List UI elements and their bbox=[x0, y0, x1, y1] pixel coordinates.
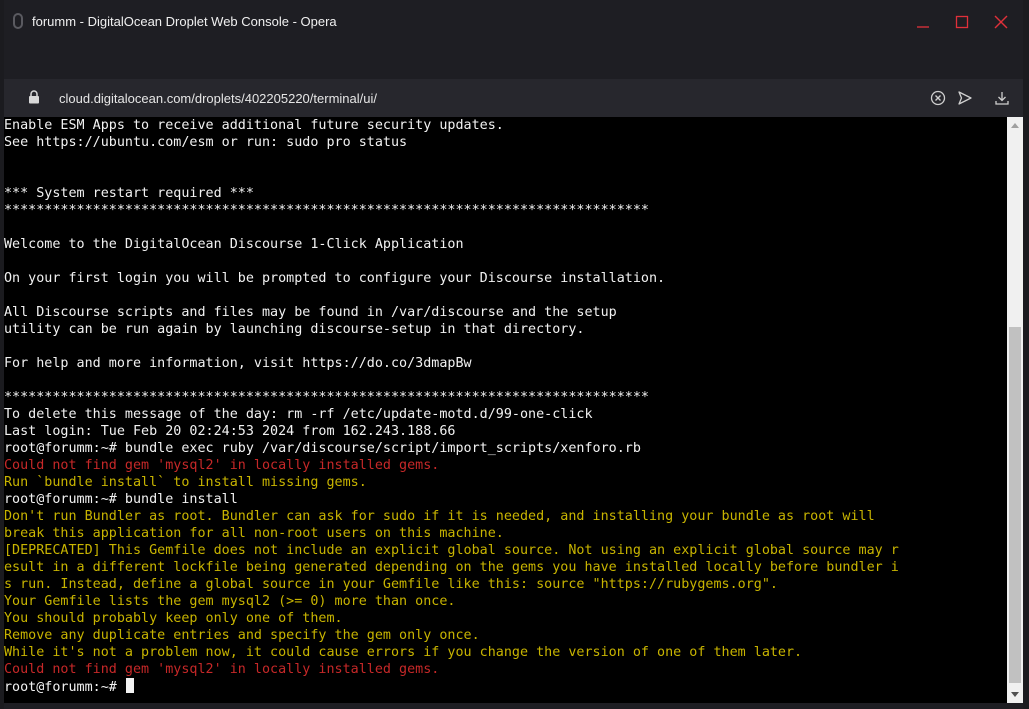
scrollbar-thumb[interactable] bbox=[1009, 327, 1021, 683]
maximize-button[interactable] bbox=[944, 8, 980, 36]
terminal-prompt-line: root@forumm:~# bbox=[4, 678, 1007, 695]
terminal-line: While it's not a problem now, it could c… bbox=[4, 644, 1007, 661]
window-title: forumm - DigitalOcean Droplet Web Consol… bbox=[32, 14, 337, 29]
terminal-line: Welcome to the DigitalOcean Discourse 1-… bbox=[4, 236, 1007, 253]
terminal-line-text: Your Gemfile lists the gem mysql2 (>= 0)… bbox=[4, 594, 456, 609]
terminal-line-text: See https://ubuntu.com/esm or run: sudo … bbox=[4, 135, 408, 150]
terminal-line: [DEPRECATED] This Gemfile does not inclu… bbox=[4, 542, 1007, 559]
terminal-line: ****************************************… bbox=[4, 202, 1007, 219]
terminal-line-text: Welcome to the DigitalOcean Discourse 1-… bbox=[4, 237, 464, 252]
chevron-down-icon bbox=[1011, 692, 1019, 697]
terminal-line-text: ****************************************… bbox=[4, 203, 649, 218]
terminal-line: Run `bundle install` to install missing … bbox=[4, 474, 1007, 491]
terminal-line: You should probably keep only one of the… bbox=[4, 610, 1007, 627]
terminal-line: Your Gemfile lists the gem mysql2 (>= 0)… bbox=[4, 593, 1007, 610]
send-icon bbox=[958, 91, 972, 105]
terminal-line-text: break this application for all non-root … bbox=[4, 526, 504, 541]
terminal-line-text: utility can be run again by launching di… bbox=[4, 322, 585, 337]
terminal-line: On your first login you will be prompted… bbox=[4, 270, 1007, 287]
minimize-icon bbox=[917, 26, 929, 28]
scroll-up-button[interactable] bbox=[1007, 117, 1023, 133]
terminal-line: Remove any duplicate entries and specify… bbox=[4, 627, 1007, 644]
window-bottom-edge bbox=[4, 703, 1023, 709]
chevron-up-icon bbox=[1011, 123, 1019, 128]
terminal-line-text: Could not find gem 'mysql2' in locally i… bbox=[4, 458, 440, 473]
terminal-line: Could not find gem 'mysql2' in locally i… bbox=[4, 457, 1007, 474]
url-text[interactable]: cloud.digitalocean.com/droplets/40220522… bbox=[59, 91, 377, 106]
tracker-blocker-button[interactable] bbox=[927, 87, 949, 109]
terminal-line-text: Remove any duplicate entries and specify… bbox=[4, 628, 480, 643]
terminal-line-text: You should probably keep only one of the… bbox=[4, 611, 343, 626]
terminal-scrollbar[interactable] bbox=[1007, 117, 1023, 703]
download-icon bbox=[995, 92, 1009, 105]
terminal-line-text: *** System restart required *** bbox=[4, 186, 254, 201]
terminal-line-text: All Discourse scripts and files may be f… bbox=[4, 305, 617, 320]
lock-icon[interactable] bbox=[28, 90, 40, 104]
terminal-line: utility can be run again by launching di… bbox=[4, 321, 1007, 338]
terminal-line: break this application for all non-root … bbox=[4, 525, 1007, 542]
close-button[interactable] bbox=[983, 8, 1019, 36]
terminal-line: s run. Instead, define a global source i… bbox=[4, 576, 1007, 593]
terminal-line: *** System restart required *** bbox=[4, 185, 1007, 202]
terminal-cursor bbox=[125, 678, 134, 693]
terminal-line: esult in a different lockfile being gene… bbox=[4, 559, 1007, 576]
terminal-line-text: Run `bundle install` to install missing … bbox=[4, 475, 367, 490]
terminal-line: ****************************************… bbox=[4, 389, 1007, 406]
send-button[interactable] bbox=[954, 87, 976, 109]
terminal-line-text: root@forumm:~# bundle exec ruby /var/dis… bbox=[4, 441, 641, 456]
terminal-line: See https://ubuntu.com/esm or run: sudo … bbox=[4, 134, 1007, 151]
terminal-line-text: For help and more information, visit htt… bbox=[4, 356, 472, 371]
terminal-line-text: s run. Instead, define a global source i… bbox=[4, 577, 778, 592]
maximize-icon bbox=[955, 15, 969, 29]
address-bar[interactable]: cloud.digitalocean.com/droplets/40220522… bbox=[4, 79, 1023, 117]
terminal-line-text: [DEPRECATED] This Gemfile does not inclu… bbox=[4, 543, 899, 558]
terminal-output[interactable]: Enable ESM Apps to receive additional fu… bbox=[4, 117, 1007, 703]
terminal-line: Enable ESM Apps to receive additional fu… bbox=[4, 117, 1007, 134]
tracker-blocker-icon bbox=[930, 90, 946, 106]
terminal-line-text: Enable ESM Apps to receive additional fu… bbox=[4, 118, 504, 133]
minimize-button[interactable] bbox=[905, 8, 941, 36]
terminal-line-text: Last login: Tue Feb 20 02:24:53 2024 fro… bbox=[4, 424, 456, 439]
terminal-line: root@forumm:~# bundle install bbox=[4, 491, 1007, 508]
terminal-line-text: root@forumm:~# bbox=[4, 680, 125, 695]
scroll-down-button[interactable] bbox=[1007, 687, 1023, 703]
terminal-line-text: To delete this message of the day: rm -r… bbox=[4, 407, 593, 422]
terminal-line-text: Don't run Bundler as root. Bundler can a… bbox=[4, 509, 875, 524]
opera-app-icon[interactable] bbox=[13, 13, 23, 29]
download-button[interactable] bbox=[991, 87, 1013, 109]
terminal-line: root@forumm:~# bundle exec ruby /var/dis… bbox=[4, 440, 1007, 457]
terminal-line: To delete this message of the day: rm -r… bbox=[4, 406, 1007, 423]
terminal-line: All Discourse scripts and files may be f… bbox=[4, 304, 1007, 321]
close-icon bbox=[994, 15, 1008, 29]
browser-window: forumm - DigitalOcean Droplet Web Consol… bbox=[4, 0, 1023, 709]
terminal-line: For help and more information, visit htt… bbox=[4, 355, 1007, 372]
terminal-line-text: On your first login you will be prompted… bbox=[4, 271, 666, 286]
terminal-line-text: ****************************************… bbox=[4, 390, 649, 405]
terminal-line-text: esult in a different lockfile being gene… bbox=[4, 560, 899, 575]
terminal-line: Don't run Bundler as root. Bundler can a… bbox=[4, 508, 1007, 525]
terminal-line-text: root@forumm:~# bundle install bbox=[4, 492, 238, 507]
terminal-line-text: Could not find gem 'mysql2' in locally i… bbox=[4, 662, 440, 677]
terminal-line-text: While it's not a problem now, it could c… bbox=[4, 645, 803, 660]
terminal-line: Last login: Tue Feb 20 02:24:53 2024 fro… bbox=[4, 423, 1007, 440]
terminal-line: Could not find gem 'mysql2' in locally i… bbox=[4, 661, 1007, 678]
title-bar[interactable]: forumm - DigitalOcean Droplet Web Consol… bbox=[4, 0, 1023, 44]
